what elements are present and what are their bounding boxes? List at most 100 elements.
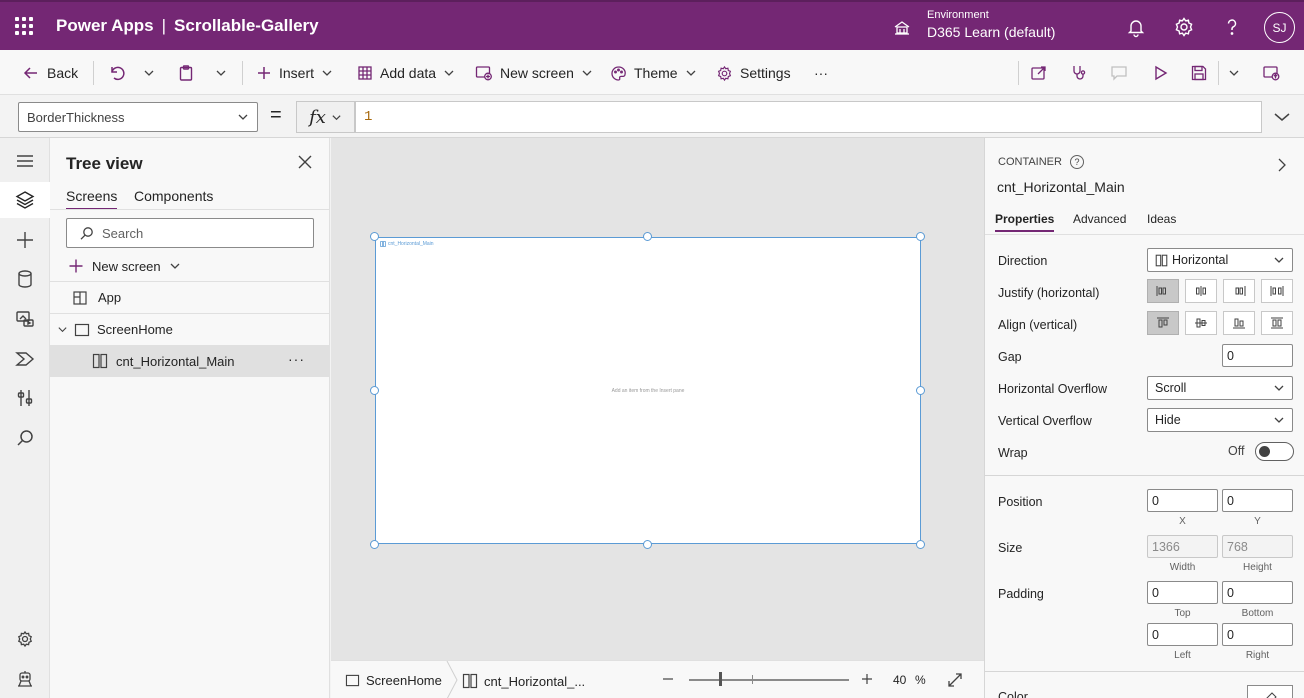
- new-screen-button[interactable]: New screen: [475, 62, 593, 84]
- resize-handle-top-left[interactable]: [370, 232, 379, 241]
- position-y-input[interactable]: 0: [1222, 489, 1293, 512]
- more-commands-button[interactable]: ···: [814, 62, 828, 84]
- undo-dropdown[interactable]: [143, 62, 155, 84]
- width-input[interactable]: 1366: [1147, 535, 1218, 558]
- padding-top-input[interactable]: 0: [1147, 581, 1218, 604]
- justify-center-icon: [1196, 286, 1206, 296]
- chevron-right-icon[interactable]: [1275, 158, 1289, 172]
- advanced-tools-icon[interactable]: [14, 387, 36, 409]
- zoom-slider[interactable]: [689, 679, 849, 681]
- chevron-down-icon: [216, 70, 226, 76]
- environment-icon[interactable]: [892, 18, 912, 38]
- save-button[interactable]: [1190, 62, 1208, 84]
- resize-handle-top-right[interactable]: [916, 232, 925, 241]
- hamburger-menu-icon[interactable]: [14, 150, 36, 172]
- tab-advanced[interactable]: Advanced: [1073, 212, 1126, 226]
- tree-view-layers-icon[interactable]: [14, 189, 36, 211]
- save-icon: [1191, 65, 1207, 81]
- tree-search-input[interactable]: Search: [66, 218, 314, 248]
- expand-formula-icon[interactable]: [1272, 107, 1292, 127]
- resize-handle-top[interactable]: [643, 232, 652, 241]
- justify-start-button[interactable]: [1147, 279, 1179, 303]
- close-icon[interactable]: [296, 153, 314, 171]
- position-x-input[interactable]: 0: [1147, 489, 1218, 512]
- zoom-out-icon[interactable]: [661, 672, 675, 686]
- breadcrumb-cnt-horizontal[interactable]: cnt_Horizontal_...: [462, 673, 585, 689]
- back-button[interactable]: Back: [22, 62, 78, 84]
- fit-to-window-icon[interactable]: [947, 672, 963, 688]
- resize-handle-left[interactable]: [370, 386, 379, 395]
- tab-components[interactable]: Components: [134, 188, 213, 204]
- paste-button[interactable]: [177, 62, 195, 84]
- more-options-icon[interactable]: ···: [288, 351, 305, 367]
- container-artboard[interactable]: cnt_Horizontal_Main Add an item from the…: [375, 237, 921, 544]
- tab-properties[interactable]: Properties: [995, 212, 1055, 232]
- app-launcher-icon[interactable]: [14, 16, 34, 36]
- preview-button[interactable]: [1151, 62, 1169, 84]
- tree-item-app[interactable]: App: [50, 281, 330, 313]
- align-middle-button[interactable]: [1185, 311, 1217, 335]
- resize-handle-bottom-left[interactable]: [370, 540, 379, 549]
- justify-end-button[interactable]: [1223, 279, 1255, 303]
- resize-handle-bottom[interactable]: [643, 540, 652, 549]
- undo-button[interactable]: [107, 62, 125, 84]
- vertical-overflow-dropdown[interactable]: Hide: [1147, 408, 1293, 432]
- zoom-slider-thumb[interactable]: [719, 672, 722, 686]
- settings-button[interactable]: Settings: [716, 62, 791, 84]
- horizontal-overflow-dropdown[interactable]: Scroll: [1147, 376, 1293, 400]
- zoom-in-icon[interactable]: [860, 672, 874, 686]
- direction-dropdown[interactable]: Horizontal: [1147, 248, 1293, 272]
- wrap-toggle[interactable]: [1255, 442, 1294, 461]
- insert-plus-icon[interactable]: [14, 229, 36, 251]
- data-cylinder-icon[interactable]: [14, 268, 36, 290]
- resize-handle-right[interactable]: [916, 386, 925, 395]
- insert-button[interactable]: Insert: [256, 62, 333, 84]
- settings-gear-icon[interactable]: [14, 628, 36, 650]
- comments-button[interactable]: [1110, 62, 1128, 84]
- notifications-icon[interactable]: [1125, 16, 1147, 38]
- height-input[interactable]: 768: [1222, 535, 1293, 558]
- padding-bottom-input[interactable]: 0: [1222, 581, 1293, 604]
- theme-button[interactable]: Theme: [610, 62, 697, 84]
- publish-button[interactable]: [1262, 62, 1280, 84]
- user-avatar[interactable]: SJ: [1264, 12, 1295, 43]
- publish-icon: [1263, 66, 1280, 81]
- share-button[interactable]: [1030, 62, 1048, 84]
- tab-screens[interactable]: Screens: [66, 188, 118, 210]
- align-top-button[interactable]: [1147, 311, 1179, 335]
- property-dropdown[interactable]: BorderThickness: [18, 102, 258, 132]
- search-icon[interactable]: [14, 427, 36, 449]
- new-screen-button[interactable]: New screen: [68, 256, 181, 276]
- justify-center-button[interactable]: [1185, 279, 1217, 303]
- align-bottom-button[interactable]: [1223, 311, 1255, 335]
- paste-dropdown[interactable]: [215, 62, 227, 84]
- padding-left-input[interactable]: 0: [1147, 623, 1218, 646]
- breadcrumb-screenhome[interactable]: ScreenHome: [345, 673, 442, 688]
- settings-gear-icon[interactable]: [1173, 16, 1195, 38]
- save-dropdown[interactable]: [1228, 62, 1240, 84]
- tree-item-cnt-horizontal-main[interactable]: cnt_Horizontal_Main ···: [50, 345, 330, 377]
- control-name[interactable]: cnt_Horizontal_Main: [997, 179, 1125, 195]
- help-icon[interactable]: [1221, 16, 1243, 38]
- zoom-value[interactable]: 40: [893, 673, 906, 687]
- help-icon[interactable]: ?: [1069, 155, 1084, 169]
- app-checker-button[interactable]: [1070, 62, 1088, 84]
- function-button[interactable]: fx: [296, 101, 355, 133]
- media-icon[interactable]: [14, 308, 36, 330]
- align-stretch-button[interactable]: [1261, 311, 1293, 335]
- resize-handle-bottom-right[interactable]: [916, 540, 925, 549]
- color-picker[interactable]: [1247, 685, 1293, 698]
- document-name[interactable]: Scrollable-Gallery: [174, 16, 319, 35]
- virtual-agent-icon[interactable]: [14, 668, 36, 690]
- power-automate-icon[interactable]: [14, 348, 36, 370]
- design-canvas[interactable]: cnt_Horizontal_Main Add an item from the…: [331, 138, 984, 660]
- add-data-button[interactable]: Add data: [357, 62, 455, 84]
- tab-ideas[interactable]: Ideas: [1147, 212, 1176, 226]
- undo-icon: [111, 66, 125, 81]
- tree-item-screenhome[interactable]: ScreenHome: [50, 313, 330, 345]
- justify-space-between-button[interactable]: [1261, 279, 1293, 303]
- formula-input[interactable]: 1: [355, 101, 1262, 133]
- environment-value[interactable]: D365 Learn (default): [927, 24, 1055, 40]
- gap-input[interactable]: 0: [1222, 344, 1293, 367]
- padding-right-input[interactable]: 0: [1222, 623, 1293, 646]
